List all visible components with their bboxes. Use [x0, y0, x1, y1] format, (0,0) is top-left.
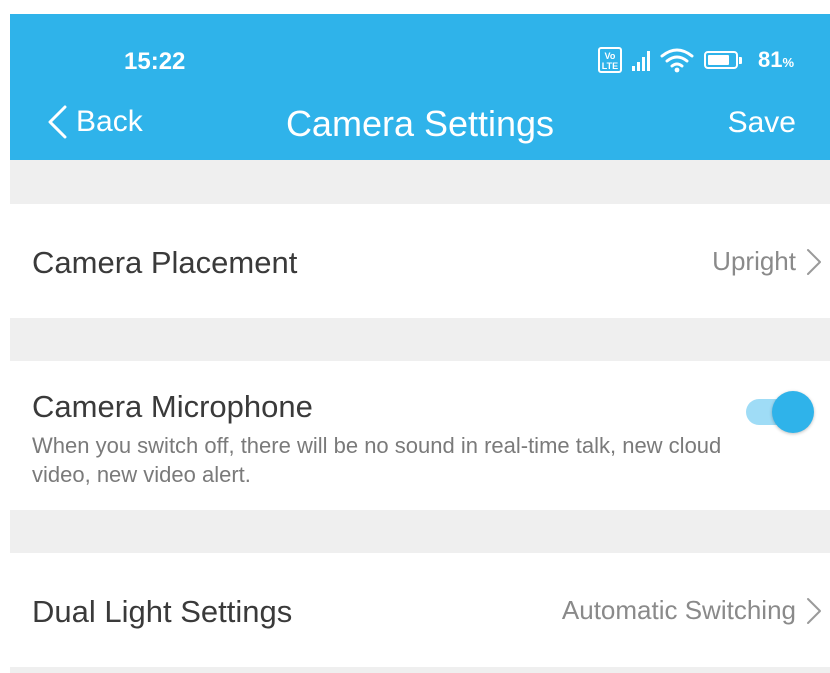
chevron-right-icon: [807, 248, 821, 275]
camera-microphone-row: Camera Microphone When you switch off, t…: [10, 361, 830, 510]
camera-placement-label: Camera Placement: [32, 245, 298, 280]
camera-placement-row[interactable]: Camera Placement Upright: [10, 204, 830, 318]
save-button[interactable]: Save: [728, 106, 796, 140]
volte-bottom-text: LTE: [601, 61, 619, 71]
dual-light-settings-value-group: Automatic Switching: [562, 595, 822, 626]
dual-light-settings-row[interactable]: Dual Light Settings Automatic Switching: [10, 553, 830, 667]
status-icons: Vo LTE 81%: [597, 47, 794, 73]
signal-icon: [631, 49, 650, 71]
camera-microphone-description: When you switch off, there will be no so…: [32, 433, 722, 487]
wifi-icon: [660, 48, 694, 73]
chevron-right-icon: [807, 597, 821, 624]
top-bar: 15:22 Vo LTE 81% Back Camera Settings Sa…: [10, 14, 830, 160]
volte-top-text: Vo: [604, 51, 616, 61]
app-screen: 15:22 Vo LTE 81% Back Camera Settings Sa…: [10, 14, 830, 673]
page-title: Camera Settings: [285, 103, 555, 144]
battery-icon: [703, 51, 742, 69]
camera-placement-value: Upright: [712, 246, 796, 276]
camera-microphone-toggle[interactable]: [746, 391, 814, 433]
battery-percent: 81%: [757, 47, 794, 72]
toggle-knob: [772, 391, 814, 433]
dual-light-settings-value: Automatic Switching: [561, 595, 796, 625]
dual-light-settings-label: Dual Light Settings: [32, 594, 293, 629]
volte-icon: Vo LTE: [597, 47, 622, 73]
camera-placement-value-group: Upright: [712, 246, 822, 277]
camera-microphone-label: Camera Microphone: [32, 389, 313, 424]
status-time: 15:22: [124, 48, 186, 75]
